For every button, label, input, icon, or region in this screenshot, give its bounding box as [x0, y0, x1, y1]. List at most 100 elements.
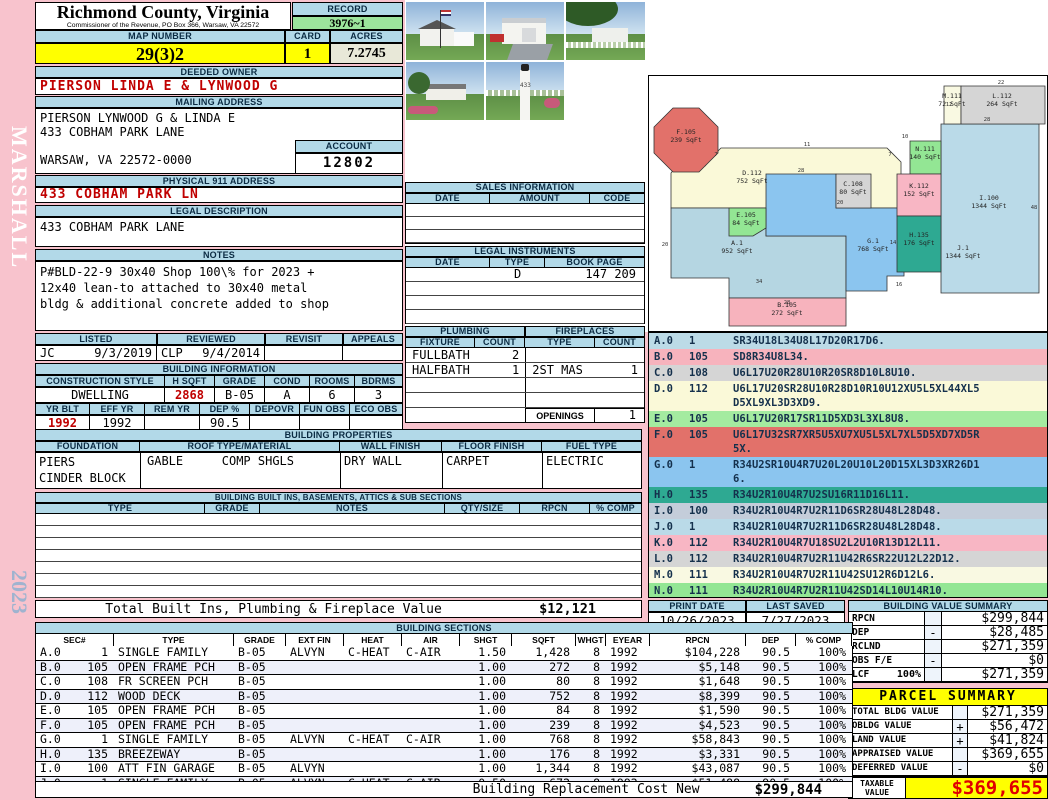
vector-sec-label: J.0 — [654, 521, 673, 533]
sketch-dimension: 22 — [998, 80, 1005, 86]
legal-instrument-cell — [490, 310, 545, 323]
value-summary-label-text: LCF — [852, 669, 870, 680]
vector-string: SD8R34U8L34. — [733, 351, 809, 363]
sketch-vector-row: M.0 111 R34U2R10U4R7U2R11U42SU12R6D12L6. — [649, 567, 1047, 583]
floor-finish-value: CARPET — [442, 452, 542, 489]
acres-value: 7.2745 — [330, 43, 403, 64]
building-info-value: DWELLING — [35, 387, 165, 403]
building-properties-col-label: WALL FINISH — [340, 441, 442, 452]
reviewed-date: 9/4/2014 — [202, 346, 260, 360]
sections-col-label: WHGT — [576, 634, 606, 646]
deeded-owner-value: PIERSON LINDA E & LYNWOOD G — [35, 78, 403, 95]
section-cell: 80 — [556, 675, 570, 688]
section-cell: 90.5 — [762, 675, 790, 688]
built-ins-body — [35, 514, 642, 598]
sales-row — [406, 230, 644, 243]
building-info-col-label: ROOMS — [310, 375, 355, 387]
legal-description-label: LEGAL DESCRIPTION — [35, 205, 403, 217]
note-line: P#BLD-22-9 30x40 Shop 100\% for 2023 + — [40, 265, 315, 279]
building-section-row: H.0 135 BREEZEWAY B-05 1.00 176 8 1992 $3,331 90… — [36, 747, 852, 762]
county-title: Richmond County, Virginia — [56, 2, 270, 22]
vector-sec-label: B.0 — [654, 351, 673, 363]
revisit-value — [265, 346, 343, 360]
building-info-col-label: COND — [265, 375, 310, 387]
section-cell: B-05 — [238, 718, 266, 732]
section-cell: ATT FIN GARAGE — [118, 762, 215, 775]
section-cell: $58,843 — [691, 733, 740, 746]
section-cell — [344, 675, 402, 689]
section-cell: C.0 — [40, 675, 61, 688]
section-cell: 8 — [593, 660, 600, 674]
commissioner-line: Commissioner of the Revenue, PO Box 366,… — [66, 22, 260, 29]
review-values-row: JC 9/3/2019 CLP 9/4/2014 — [35, 345, 403, 361]
section-cell: 1992 — [610, 704, 638, 717]
vector-code: 112 — [689, 553, 708, 565]
section-cell: 272 — [549, 660, 570, 674]
building-sections-body: A.0 1 SINGLE FAMILY B-05 ALVYN C-HEAT C-AIR 1.5… — [35, 646, 853, 791]
plumbing-fireplaces-header: FIXTURE COUNT TYPE COUNT — [405, 337, 645, 348]
openings-value: 1 — [595, 408, 645, 423]
section-cell — [344, 719, 402, 733]
sketch-dimension: 10 — [902, 134, 909, 140]
sketch-dimension: 28 — [784, 300, 791, 306]
section-cell: 8 — [593, 675, 600, 688]
sections-col-label: GRADE — [234, 634, 286, 646]
built-ins-total-value: $12,121 — [539, 601, 596, 617]
roof-value: GABLE COMP SHGLS — [140, 452, 340, 489]
map-number-label: MAP NUMBER — [35, 30, 285, 43]
sections-col-label: DEP — [746, 634, 796, 646]
section-cell: I.0 — [40, 762, 61, 775]
physical-address-label: PHYSICAL 911 ADDRESS — [35, 175, 403, 187]
sketch-dimension: 14 — [890, 240, 897, 246]
notes-label: NOTES — [35, 249, 403, 261]
value-summary-row: RPCN $299,844 — [849, 612, 1047, 626]
mailing-address-label: MAILING ADDRESS — [35, 96, 403, 108]
sections-col-label: EXT FIN — [286, 634, 344, 646]
sketch-dimension: 12 — [946, 102, 953, 108]
sections-col-label: SHGT — [460, 634, 512, 646]
building-sections-title: BUILDING SECTIONS — [35, 622, 853, 634]
value-summary-label: RCLND — [849, 640, 925, 653]
account-value: 12802 — [295, 153, 403, 174]
plumbing-fireplace-cell — [594, 378, 644, 392]
building-section-row: F.0 105 OPEN FRAME PCH B-05 1.00 239 8 1992 $4,… — [36, 718, 852, 733]
section-cell: ALVYN — [290, 733, 325, 746]
parcel-summary-amount: $0 — [967, 762, 1047, 775]
plumbing-fireplace-cell — [406, 393, 475, 407]
sections-col-label: EYEAR — [606, 634, 650, 646]
sketch-dimension: 11 — [804, 142, 811, 148]
section-cell: B-05 — [238, 689, 266, 703]
plumbing-fireplace-cell — [475, 393, 525, 407]
plumbing-fireplace-cell — [406, 378, 475, 392]
section-cell — [286, 748, 344, 762]
vector-sec-label: A.0 — [654, 335, 673, 347]
section-cell: $4,523 — [698, 718, 740, 732]
property-photo-shed-trees[interactable] — [566, 2, 645, 60]
property-photo-house-garden[interactable] — [406, 62, 484, 120]
vector-code: 135 — [689, 489, 708, 501]
taxable-value-row: TAXABLE VALUE $369,655 — [848, 777, 1048, 799]
legal-instruments-body: D 147 209 — [405, 268, 645, 324]
section-cell: 100% — [818, 689, 846, 703]
property-photo-shop-building[interactable] — [486, 2, 564, 60]
sections-col-label: SQFT — [512, 634, 576, 646]
plumbing-fireplace-cell — [595, 348, 644, 362]
building-info-col-label: YR BLT — [35, 403, 90, 415]
sketch-dimension: 7 — [714, 152, 717, 158]
sketch-vector-row: L.0 112 R34U2R10U4R7U2R11U42R6SR22U12L22D1… — [649, 551, 1047, 567]
vector-string: R34U2R10U4R7U2R11U42SU12R6D12L6. — [733, 569, 936, 581]
property-photo-house-flag[interactable] — [406, 2, 484, 60]
vector-code: 100 — [689, 505, 708, 517]
property-photo-address-post[interactable]: 433 — [486, 62, 564, 120]
plumbing-fireplace-cell — [475, 378, 525, 392]
section-cell: ALVYN — [290, 646, 325, 659]
physical-address-value: 433 COBHAM PARK LN — [35, 187, 403, 203]
plumbing-fireplace-cell: 1 — [630, 363, 638, 377]
legal-instrument-cell — [406, 282, 490, 295]
building-properties-col-label: FOUNDATION — [35, 441, 140, 452]
sketch-vector-row: A.0 1 SR34U18L34U8L17D20R17D6. — [649, 333, 1047, 349]
section-cell — [286, 704, 344, 718]
section-cell: B-05 — [238, 646, 266, 659]
vector-sec-label: E.0 — [654, 413, 673, 425]
sections-col-label: RPCN — [650, 634, 746, 646]
